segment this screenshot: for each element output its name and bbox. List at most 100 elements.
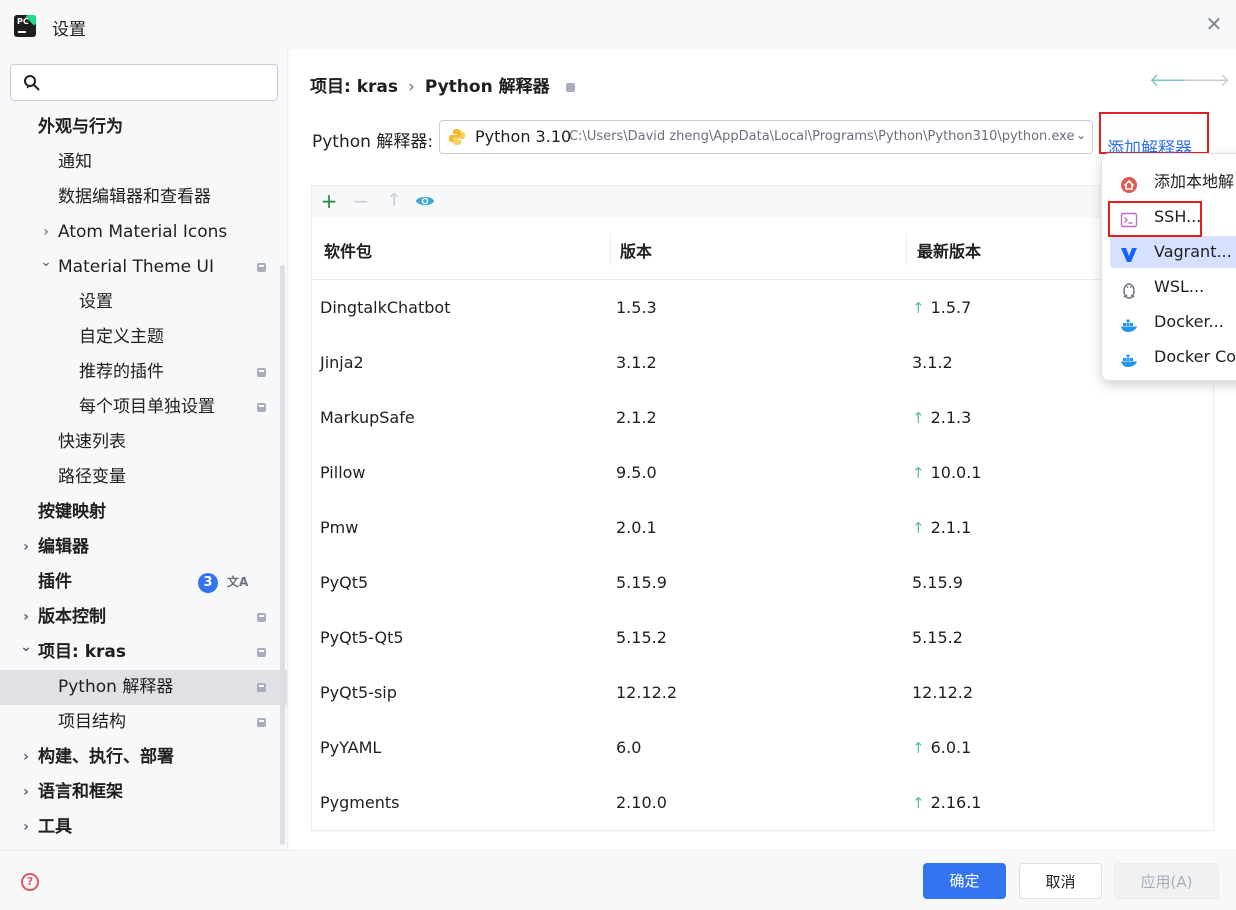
package-latest-cell: 5.15.2 — [912, 628, 963, 647]
sidebar-item[interactable]: › 构建、执行、部署 — [0, 740, 287, 775]
table-row[interactable]: Pillow 9.5.0 ↑ 10.0.1 — [312, 446, 1213, 501]
help-icon[interactable]: ? — [21, 873, 39, 891]
package-name: Pygments — [320, 793, 400, 812]
column-header-latest[interactable]: 最新版本 — [917, 238, 981, 262]
package-latest: 2.16.1 — [930, 793, 982, 812]
sidebar-item[interactable]: 插件 3 文A — [0, 565, 287, 600]
add-package-icon[interactable]: + — [317, 189, 341, 213]
interpreter-path: C:\Users\David zheng\AppData\Local\Progr… — [569, 129, 1075, 144]
table-row[interactable]: PyYAML 6.0 ↑ 6.0.1 — [312, 721, 1213, 776]
sidebar-item[interactable]: 每个项目单独设置 — [0, 390, 287, 425]
chevron-down-icon: ⌄ — [1107, 134, 1118, 148]
package-latest-cell: ↑ 1.5.7 — [912, 298, 971, 317]
sidebar-item-label: 数据编辑器和查看器 — [58, 187, 211, 207]
table-row[interactable]: PyQt5-sip 12.12.2 12.12.2 — [312, 666, 1213, 721]
lock-icon — [257, 718, 266, 727]
sidebar-item[interactable]: 通知 — [0, 145, 287, 180]
sidebar-item[interactable]: › 语言和框架 — [0, 775, 287, 810]
chevron-right-icon[interactable]: › — [18, 530, 34, 565]
table-row[interactable]: DingtalkChatbot 1.5.3 ↑ 1.5.7 — [312, 281, 1213, 336]
package-latest-cell: ↑ 2.1.1 — [912, 518, 971, 537]
column-header-package[interactable]: 软件包 — [324, 238, 372, 262]
cancel-button[interactable]: 取消 — [1019, 863, 1102, 899]
upgrade-available-icon: ↑ — [912, 739, 925, 757]
sidebar-item[interactable]: ⌄ Material Theme UI — [0, 250, 287, 285]
sidebar-item-label: Material Theme UI — [58, 257, 214, 277]
package-version: 9.5.0 — [616, 463, 657, 482]
ok-button[interactable]: 确定 — [923, 863, 1006, 899]
chevron-right-icon[interactable]: › — [18, 740, 34, 775]
popup-menu-item[interactable]: WSL... — [1110, 271, 1236, 303]
sidebar-scrollbar[interactable] — [280, 265, 285, 845]
sidebar-item[interactable]: 推荐的插件 — [0, 355, 287, 390]
table-row[interactable]: PyQt5 5.15.9 5.15.9 — [312, 556, 1213, 611]
lock-icon — [257, 613, 266, 622]
lock-icon — [257, 403, 266, 412]
settings-sidebar: 外观与行为 通知 数据编辑器和查看器 › Atom Material Icons ⌄ Mat… — [0, 50, 288, 850]
breadcrumb-project[interactable]: 项目: kras — [310, 77, 398, 97]
search-box[interactable] — [10, 64, 278, 101]
linux-icon — [1120, 278, 1138, 299]
chevron-right-icon[interactable]: › — [18, 775, 34, 810]
package-latest: 5.15.2 — [912, 628, 963, 647]
sidebar-item[interactable]: › 版本控制 — [0, 600, 287, 635]
package-name: PyQt5-Qt5 — [320, 628, 404, 647]
update-count-badge: 3 — [198, 573, 218, 593]
sidebar-item[interactable]: 路径变量 — [0, 460, 287, 495]
sidebar-item[interactable]: Python 解释器 — [0, 670, 287, 705]
chevron-down-icon[interactable]: ⌄ — [38, 245, 54, 280]
popup-menu-item[interactable]: Docker... — [1110, 306, 1236, 338]
popup-menu-item[interactable]: 添加本地解 — [1110, 166, 1236, 198]
chevron-right-icon[interactable]: › — [18, 810, 34, 845]
upgrade-available-icon: ↑ — [912, 409, 925, 427]
package-latest: 10.0.1 — [930, 463, 982, 482]
sidebar-item[interactable]: 设置 — [0, 285, 287, 320]
column-header-version[interactable]: 版本 — [620, 238, 652, 262]
package-version: 2.1.2 — [616, 408, 657, 427]
sidebar-item[interactable]: 项目结构 — [0, 705, 287, 740]
sidebar-item-label: 按键映射 — [38, 502, 106, 522]
interpreter-select[interactable]: Python 3.10 C:\Users\David zheng\AppData… — [439, 120, 1093, 154]
sidebar-item[interactable]: › 编辑器 — [0, 530, 287, 565]
apply-button[interactable]: 应用(A) — [1114, 863, 1219, 899]
popup-menu-item-label: WSL... — [1154, 277, 1205, 296]
sidebar-item[interactable]: 外观与行为 — [0, 110, 287, 145]
docker-icon — [1120, 313, 1138, 332]
search-input[interactable] — [49, 71, 269, 95]
sidebar-item[interactable]: 数据编辑器和查看器 — [0, 180, 287, 215]
home-icon — [1120, 173, 1138, 193]
popup-menu-item[interactable]: Vagrant... — [1110, 236, 1236, 268]
remove-package-icon[interactable]: − — [349, 189, 373, 213]
sidebar-item[interactable]: › 工具 — [0, 810, 287, 845]
table-row[interactable]: MarkupSafe 2.1.2 ↑ 2.1.3 — [312, 391, 1213, 446]
close-icon[interactable]: ✕ — [1202, 12, 1226, 36]
sidebar-item[interactable]: 按键映射 — [0, 495, 287, 530]
package-name: MarkupSafe — [320, 408, 415, 427]
table-row[interactable]: PyQt5-Qt5 5.15.2 5.15.2 — [312, 611, 1213, 666]
package-name: Pillow — [320, 463, 366, 482]
package-name: Jinja2 — [320, 353, 364, 372]
sidebar-item[interactable]: 快速列表 — [0, 425, 287, 460]
forward-arrow-icon[interactable]: 🡒 — [1182, 70, 1230, 91]
packages-toolbar: + − ↑ — [312, 186, 1213, 218]
sidebar-item[interactable]: 自定义主题 — [0, 320, 287, 355]
window-title: 设置 — [52, 20, 86, 40]
package-latest: 3.1.2 — [912, 353, 953, 372]
package-version: 3.1.2 — [616, 353, 657, 372]
table-row[interactable]: Pygments 2.10.0 ↑ 2.16.1 — [312, 776, 1213, 830]
package-version: 2.10.0 — [616, 793, 667, 812]
popup-menu-item-label: Docker Cor — [1154, 347, 1236, 366]
chevron-down-icon[interactable]: ⌄ — [18, 630, 34, 665]
sidebar-item-label: 语言和框架 — [38, 782, 123, 802]
sidebar-item-label: 通知 — [58, 152, 92, 172]
sidebar-item-label: 自定义主题 — [79, 327, 164, 347]
package-name: Pmw — [320, 518, 359, 537]
popup-menu-item[interactable]: Docker Cor — [1110, 341, 1236, 373]
table-row[interactable]: Pmw 2.0.1 ↑ 2.1.1 — [312, 501, 1213, 556]
table-row[interactable]: Jinja2 3.1.2 3.1.2 — [312, 336, 1213, 391]
sidebar-item[interactable]: ⌄ 项目: kras — [0, 635, 287, 670]
eye-icon[interactable] — [414, 190, 436, 212]
package-latest-cell: 5.15.9 — [912, 573, 963, 592]
add-interpreter-button[interactable]: 添加解释器 ⌄ — [1099, 112, 1209, 159]
upgrade-package-icon[interactable]: ↑ — [382, 189, 406, 213]
